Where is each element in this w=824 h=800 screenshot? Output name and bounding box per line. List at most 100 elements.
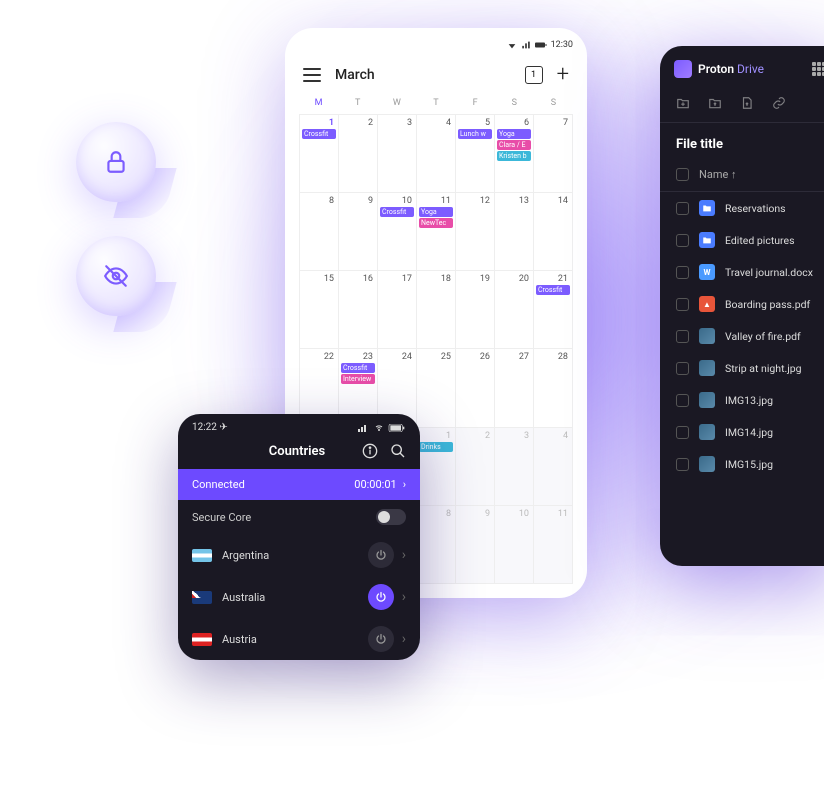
power-button[interactable] [368, 542, 394, 568]
file-type-icon [699, 424, 715, 440]
file-checkbox[interactable] [676, 458, 689, 471]
vpn-country-row[interactable]: Argentina › [178, 534, 420, 576]
calendar-event[interactable]: Crossfit [302, 129, 336, 139]
calendar-event[interactable]: Yoga [497, 129, 531, 139]
power-button[interactable] [368, 584, 394, 610]
calendar-cell[interactable]: 1Crossfit [300, 115, 339, 193]
calendar-cell[interactable]: 1Drinks [417, 428, 456, 506]
calendar-event[interactable]: Drinks [419, 442, 453, 452]
power-button[interactable] [368, 626, 394, 652]
apps-menu-button[interactable] [812, 62, 824, 76]
calendar-cell[interactable]: 15 [300, 271, 339, 349]
calendar-cell[interactable]: 3 [495, 428, 534, 506]
calendar-cell[interactable]: 7 [534, 115, 573, 193]
calendar-cell[interactable]: 13 [495, 193, 534, 271]
calendar-cell[interactable]: 12 [456, 193, 495, 271]
calendar-cell[interactable]: 27 [495, 349, 534, 427]
file-row[interactable]: Strip at night.jpg [660, 352, 824, 384]
vpn-connected-banner[interactable]: Connected 00:00:01 › [178, 469, 420, 500]
file-row[interactable]: Reservations [660, 192, 824, 224]
menu-button[interactable] [303, 68, 321, 82]
link-icon[interactable] [772, 96, 786, 110]
upload-folder-icon[interactable] [708, 96, 722, 110]
calendar-cell[interactable]: 25 [417, 349, 456, 427]
select-all-checkbox[interactable] [676, 168, 689, 181]
calendar-cell[interactable]: 5Lunch w [456, 115, 495, 193]
file-checkbox[interactable] [676, 394, 689, 407]
day-number: 7 [536, 118, 570, 128]
day-number: 9 [458, 509, 492, 519]
file-name: Reservations [725, 202, 786, 215]
calendar-cell[interactable]: 18 [417, 271, 456, 349]
calendar-event[interactable]: Lunch w [458, 129, 492, 139]
drive-column-header[interactable]: Name ↑ [660, 162, 824, 192]
calendar-cell[interactable]: 3 [378, 115, 417, 193]
calendar-event[interactable]: Yoga [419, 207, 453, 217]
calendar-event[interactable]: NewTec [419, 218, 453, 228]
calendar-cell[interactable]: 17 [378, 271, 417, 349]
calendar-cell[interactable]: 9 [339, 193, 378, 271]
calendar-event[interactable]: Interview [341, 374, 375, 384]
drive-section-title: File title [660, 123, 824, 162]
column-name: Name ↑ [699, 168, 737, 181]
calendar-cell[interactable]: 10Crossfit [378, 193, 417, 271]
file-checkbox[interactable] [676, 426, 689, 439]
calendar-event[interactable]: Kristen b [497, 151, 531, 161]
vpn-country-row[interactable]: Austria › [178, 618, 420, 660]
file-row[interactable]: IMG14.jpg [660, 416, 824, 448]
add-event-button[interactable]: + [557, 64, 569, 86]
brand-drive: Drive [737, 62, 764, 76]
today-button[interactable]: 1 [525, 66, 543, 84]
file-row[interactable]: ▲ Boarding pass.pdf [660, 288, 824, 320]
file-name: IMG15.jpg [725, 458, 773, 471]
secure-core-toggle[interactable] [376, 509, 406, 525]
calendar-cell[interactable]: 16 [339, 271, 378, 349]
file-checkbox[interactable] [676, 266, 689, 279]
calendar-cell[interactable]: 8 [417, 506, 456, 584]
wifi-icon [507, 40, 517, 50]
file-row[interactable]: IMG13.jpg [660, 384, 824, 416]
file-checkbox[interactable] [676, 234, 689, 247]
calendar-cell[interactable]: 11 [534, 506, 573, 584]
calendar-cell[interactable]: 4 [534, 428, 573, 506]
file-checkbox[interactable] [676, 202, 689, 215]
file-row[interactable]: W Travel journal.docx [660, 256, 824, 288]
calendar-cell[interactable]: 19 [456, 271, 495, 349]
day-number: 4 [536, 431, 570, 441]
battery-icon [388, 424, 406, 432]
calendar-cell[interactable]: 8 [300, 193, 339, 271]
calendar-cell[interactable]: 28 [534, 349, 573, 427]
calendar-cell[interactable]: 2 [339, 115, 378, 193]
calendar-cell[interactable]: 9 [456, 506, 495, 584]
day-number: 12 [458, 196, 492, 206]
calendar-cell[interactable]: 26 [456, 349, 495, 427]
calendar-cell[interactable]: 20 [495, 271, 534, 349]
vpn-country-row[interactable]: Australia › [178, 576, 420, 618]
day-number: 10 [497, 509, 531, 519]
file-checkbox[interactable] [676, 298, 689, 311]
calendar-cell[interactable]: 4 [417, 115, 456, 193]
calendar-event[interactable]: Clara / E [497, 140, 531, 150]
calendar-cell[interactable]: 10 [495, 506, 534, 584]
upload-file-icon[interactable] [740, 96, 754, 110]
new-folder-icon[interactable] [676, 96, 690, 110]
calendar-cell[interactable]: 6YogaClara / EKristen b [495, 115, 534, 193]
calendar-event[interactable]: Crossfit [380, 207, 414, 217]
calendar-cell[interactable]: 14 [534, 193, 573, 271]
file-row[interactable]: Edited pictures [660, 224, 824, 256]
file-checkbox[interactable] [676, 362, 689, 375]
calendar-cell[interactable]: 11YogaNewTec [417, 193, 456, 271]
file-checkbox[interactable] [676, 330, 689, 343]
dayname: T [416, 98, 455, 108]
country-name: Australia [222, 591, 265, 604]
file-row[interactable]: Valley of fire.pdf [660, 320, 824, 352]
info-icon[interactable] [362, 443, 378, 459]
calendar-cell[interactable]: 2 [456, 428, 495, 506]
flag-icon [192, 549, 212, 562]
file-row[interactable]: IMG15.jpg [660, 448, 824, 480]
calendar-event[interactable]: Crossfit [536, 285, 570, 295]
secure-core-row: Secure Core [178, 500, 420, 534]
calendar-event[interactable]: Crossfit [341, 363, 375, 373]
calendar-cell[interactable]: 21Crossfit [534, 271, 573, 349]
search-icon[interactable] [390, 443, 406, 459]
